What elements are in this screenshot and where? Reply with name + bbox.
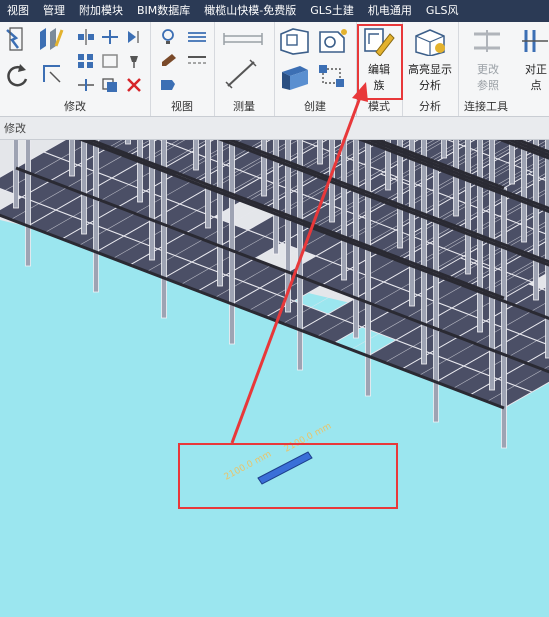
column [421,140,427,365]
create-part-icon[interactable] [316,26,350,56]
array-icon[interactable] [76,52,96,70]
menu-item-2[interactable]: 附加模块 [72,0,130,22]
delete-icon[interactable] [124,76,144,94]
highlight-analysis-icon[interactable] [412,26,448,56]
cut-icon[interactable] [36,26,64,52]
panel-connect: 更改 参照 对正 点 连接工具 [458,22,549,116]
measure-distance-icon[interactable] [222,30,266,48]
panel-label-create: 创建 [304,100,326,113]
mirror-icon[interactable] [124,28,144,46]
menu-item-0[interactable]: 视图 [0,0,36,22]
paste-icon[interactable] [4,26,28,52]
line-style-icon[interactable] [186,52,208,70]
column [353,140,359,339]
align-point-icon[interactable] [520,26,549,56]
column [501,187,507,449]
rotate-icon[interactable] [4,62,30,90]
align-point-label-line1[interactable]: 对正 [516,62,549,77]
structural-model-3d[interactable]: 2100.0 mm 2100.0 mm [0,140,549,617]
panel-label-view: 视图 [171,100,193,113]
panel-measure: 测量 [214,22,275,116]
column [13,140,19,209]
lightbulb-icon[interactable] [158,28,178,46]
highlight-analysis-label-line1[interactable]: 高亮显示 [402,62,458,77]
menu-item-7[interactable]: GLS风 [419,0,466,22]
panel-view: 视图 [150,22,215,116]
create-assembly-icon[interactable] [278,62,312,92]
similar-icon[interactable] [316,62,350,92]
menu-item-1[interactable]: 管理 [36,0,72,22]
trim-icon[interactable] [40,62,64,86]
ribbon: 修改 视图 测量 创建 编辑 族 模式 高亮显示 分析 分析 更改 参照 对正 … [0,22,549,117]
column [93,140,99,293]
highlight-selected-beam-box [178,443,398,509]
column [533,140,539,301]
panel-analysis: 高亮显示 分析 分析 [402,22,459,116]
copy-icon[interactable] [100,76,120,94]
dimension-icon[interactable] [224,58,260,90]
panel-label-analysis: 分析 [419,100,441,113]
panel-label-mode: 模式 [368,100,390,113]
panel-label-modify: 修改 [64,100,86,113]
create-group-icon[interactable] [278,26,312,56]
column [341,140,347,281]
column [261,140,267,197]
offset-icon[interactable] [100,28,120,46]
column [25,140,31,267]
column [69,140,75,177]
menu-item-3[interactable]: BIM数据库 [130,0,197,22]
column [509,140,515,185]
pin-icon[interactable] [124,52,144,70]
column [193,140,199,171]
menu-item-5[interactable]: GLS土建 [303,0,361,22]
change-reference-label-line1[interactable]: 更改 [468,62,508,77]
change-reference-label-line2[interactable]: 参照 [468,78,508,93]
menu-item-4[interactable]: 橄榄山快模-免费版 [197,0,303,22]
properties-bar: 修改 [0,117,549,140]
panel-create: 创建 [274,22,357,116]
scale-icon[interactable] [100,52,120,70]
split-icon[interactable] [76,76,96,94]
column [297,140,303,371]
column [521,140,527,243]
column [317,140,323,165]
linework-icon[interactable] [186,28,208,46]
column [409,140,415,307]
paint-brush-icon[interactable] [158,52,178,70]
menu-item-6[interactable]: 机电通用 [361,0,419,22]
column [125,140,131,145]
column [137,140,143,203]
align-icon[interactable] [76,28,96,46]
panel-label-connect: 连接工具 [464,100,508,113]
highlight-analysis-label-line2[interactable]: 分析 [402,78,458,93]
model-viewport[interactable]: 2100.0 mm 2100.0 mm [0,140,549,617]
column [229,140,235,345]
column [441,140,447,159]
align-point-label-line2[interactable]: 点 [516,78,549,93]
column [465,140,471,275]
highlight-edit-family-box [357,24,403,100]
column [81,140,87,235]
hide-element-icon[interactable] [158,76,178,94]
column [149,140,155,261]
panel-modify: 修改 [0,22,151,116]
change-reference-icon[interactable] [470,26,504,56]
panel-label-measure: 测量 [233,100,255,113]
column [489,140,495,391]
properties-bar-title: 修改 [4,122,26,135]
menu-bar: 视图 管理 附加模块 BIM数据库 橄榄山快模-免费版 GLS土建 机电通用 GLS风 [0,0,549,22]
column [217,140,223,287]
column [545,140,549,359]
